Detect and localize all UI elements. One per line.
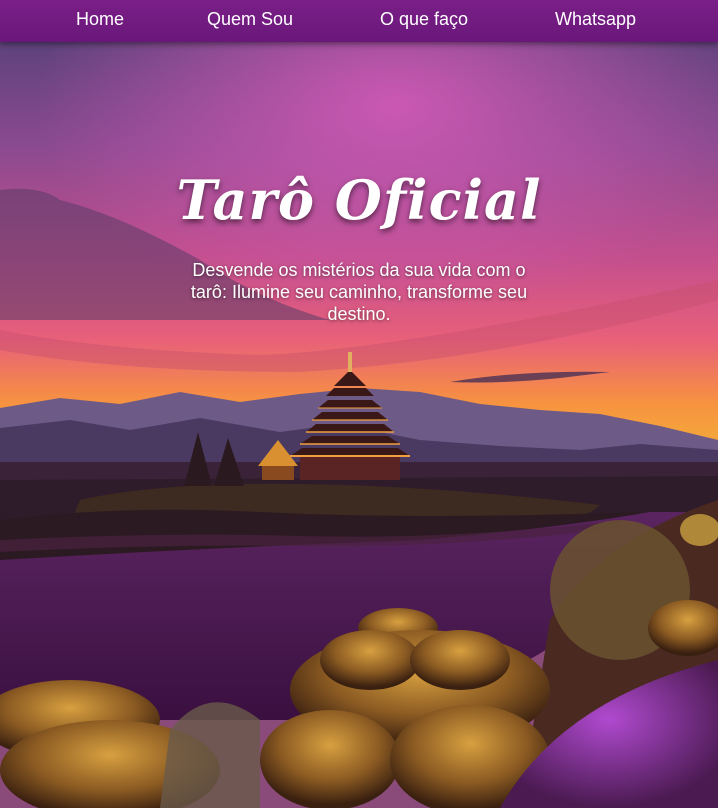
nav-link-whatsapp[interactable]: Whatsapp — [555, 9, 636, 30]
nav-link-home[interactable]: Home — [76, 9, 124, 30]
hero-title: Tarô Oficial — [176, 168, 542, 232]
top-navbar: Home Quem Sou O que faço Whatsapp — [0, 0, 718, 42]
nav-link-quem-sou[interactable]: Quem Sou — [207, 9, 293, 30]
hero-subtitle: Desvende os mistérios da sua vida com o … — [190, 260, 528, 324]
nav-link-o-que-faco[interactable]: O que faço — [380, 9, 468, 30]
landscape-image — [0, 0, 718, 808]
hero-background — [0, 0, 718, 808]
